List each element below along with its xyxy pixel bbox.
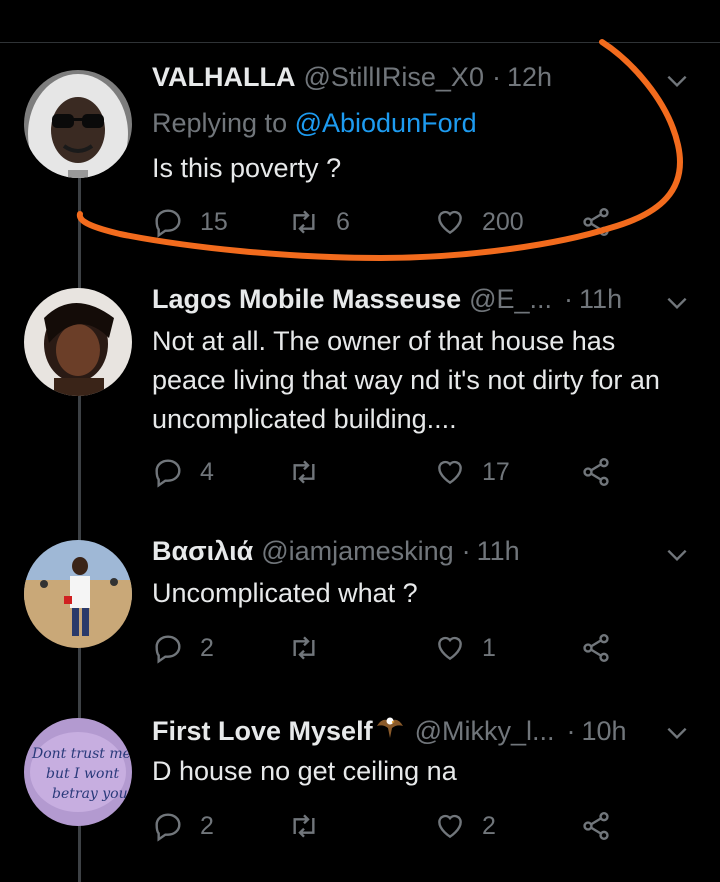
chevron-down-icon[interactable] [664, 720, 690, 746]
reply-button[interactable]: 2 [152, 810, 214, 842]
like-icon [438, 814, 462, 839]
tweet-body: Replying to @AbiodunFord Is this poverty… [152, 104, 690, 188]
avatar[interactable] [24, 288, 132, 396]
tweet-header: First Love Myself @Mikky_l... · 10h [152, 714, 692, 754]
chevron-down-icon[interactable] [664, 290, 690, 316]
tweet-text: D house no get ceiling na [152, 756, 457, 786]
like-button[interactable]: 17 [434, 456, 510, 488]
retweet-count: 6 [336, 207, 350, 236]
like-icon [438, 210, 462, 235]
like-button[interactable]: 2 [434, 810, 496, 842]
tweet-text: Is this poverty ? [152, 153, 342, 183]
share-icon [583, 458, 609, 486]
action-bar: 4 17 [152, 456, 632, 496]
svg-text:betray you: betray you [52, 786, 128, 802]
timestamp[interactable]: 11h [477, 536, 520, 567]
display-name[interactable]: Lagos Mobile Masseuse [152, 284, 461, 315]
retweet-button[interactable] [288, 456, 336, 488]
reply-count: 15 [200, 207, 228, 236]
action-bar: 2 1 [152, 632, 632, 672]
reply-icon [155, 459, 181, 488]
like-count: 2 [482, 811, 496, 840]
display-name[interactable]: VALHALLA [152, 62, 295, 93]
like-icon [438, 460, 462, 485]
retweet-button[interactable]: 6 [288, 206, 350, 238]
reply-button[interactable]: 2 [152, 632, 214, 664]
eagle-emoji-icon [375, 714, 407, 747]
avatar[interactable] [24, 540, 132, 648]
tweet[interactable]: Βασιλιά @iamjamesking · 11h Uncomplicate… [0, 536, 720, 696]
svg-text:Dont trust me: Dont trust me [31, 746, 131, 762]
timestamp[interactable]: 10h [581, 716, 626, 747]
tweet-text: Uncomplicated what ? [152, 578, 418, 608]
retweet-icon [293, 460, 315, 484]
avatar[interactable] [24, 70, 132, 178]
reply-icon [155, 635, 181, 664]
user-handle[interactable]: @Mikky_l... [415, 716, 555, 747]
reply-button[interactable]: 4 [152, 456, 214, 488]
display-name[interactable]: Βασιλιά [152, 536, 253, 567]
chevron-down-icon[interactable] [664, 542, 690, 568]
tweet[interactable]: VALHALLA @StillIRise_X0 · 12h Replying t… [0, 62, 720, 262]
retweet-button[interactable] [288, 632, 336, 664]
like-button[interactable]: 1 [434, 632, 496, 664]
like-count: 17 [482, 457, 510, 486]
replying-to-link[interactable]: @AbiodunFord [295, 108, 477, 138]
display-name[interactable]: First Love Myself [152, 716, 373, 747]
share-button[interactable] [580, 456, 612, 488]
separator-dot: · [566, 716, 576, 746]
retweet-button[interactable] [288, 810, 336, 842]
user-handle[interactable]: @StillIRise_X0 [303, 62, 483, 93]
replying-to: Replying to @AbiodunFord [152, 104, 690, 143]
tweet-header: VALHALLA @StillIRise_X0 · 12h [152, 62, 692, 102]
user-handle[interactable]: @E_... [469, 284, 552, 315]
tweet[interactable]: Dont trust me but I wont betray you Firs… [0, 714, 720, 882]
user-handle[interactable]: @iamjamesking [261, 536, 453, 567]
timestamp[interactable]: 11h [579, 284, 622, 315]
action-bar: 2 2 [152, 810, 632, 850]
replying-to-prefix: Replying to [152, 108, 295, 138]
retweet-icon [293, 210, 315, 234]
like-count: 1 [482, 633, 496, 662]
separator-dot: · [564, 284, 574, 314]
top-divider [0, 42, 720, 43]
reply-icon [155, 813, 181, 842]
svg-text:but I wont: but I wont [46, 766, 119, 782]
share-icon [583, 208, 609, 236]
tweet-header: Lagos Mobile Masseuse @E_... · 11h [152, 284, 692, 324]
like-icon [438, 636, 462, 661]
tweet-header: Βασιλιά @iamjamesking · 11h [152, 536, 692, 576]
timestamp[interactable]: 12h [507, 62, 552, 93]
tweet-text: Not at all. The owner of that house has … [152, 326, 660, 434]
share-button[interactable] [580, 632, 612, 664]
reply-button[interactable]: 15 [152, 206, 228, 238]
separator-dot: · [491, 62, 501, 92]
reply-icon [155, 209, 181, 238]
tweet[interactable]: Lagos Mobile Masseuse @E_... · 11h Not a… [0, 284, 720, 514]
separator-dot: · [461, 536, 471, 566]
retweet-icon [293, 636, 315, 660]
share-icon [583, 812, 609, 840]
share-button[interactable] [580, 206, 612, 238]
like-button[interactable]: 200 [434, 206, 524, 238]
avatar[interactable]: Dont trust me but I wont betray you [24, 718, 132, 826]
share-icon [583, 634, 609, 662]
reply-count: 2 [200, 633, 214, 662]
action-bar: 15 6 200 [152, 206, 632, 246]
chevron-down-icon[interactable] [664, 68, 690, 94]
reply-count: 2 [200, 811, 214, 840]
share-button[interactable] [580, 810, 612, 842]
reply-count: 4 [200, 457, 214, 486]
like-count: 200 [482, 207, 524, 236]
retweet-icon [293, 814, 315, 838]
